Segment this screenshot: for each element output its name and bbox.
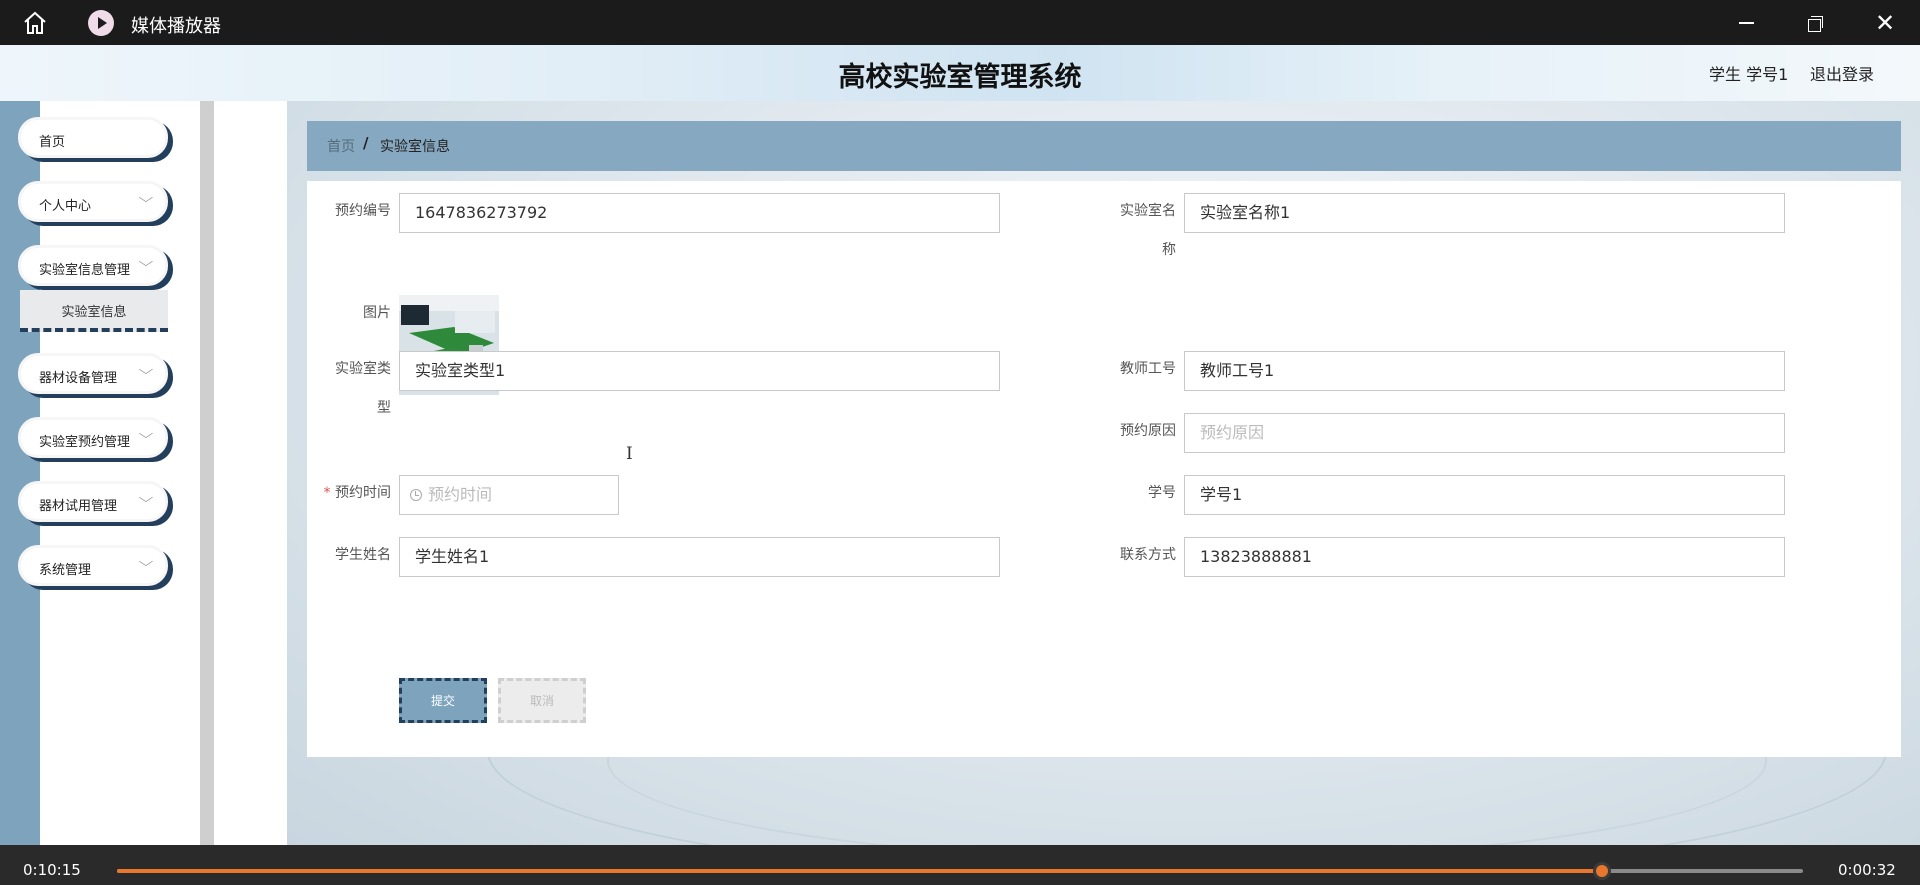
lab-name-label-line1: 实验室名 [1120,203,1176,219]
remaining-time: 0:00:32 [1838,861,1896,879]
logout-link[interactable]: 退出登录 [1810,61,1874,85]
lab-name-label-wrap: 称 [1104,240,1176,260]
contact-label: 联系方式 [1120,547,1176,563]
lab-type-field[interactable]: 实验室类型1 [399,351,1000,391]
sidebar-item-label: 系统管理 [39,563,92,578]
player-titlebar: 媒体播放器 ✕ [0,0,1920,45]
reason-label: 预约原因 [1120,423,1176,439]
student-id-label: 学号 [1148,485,1176,501]
student-name-field[interactable]: 学生姓名1 [399,537,1000,577]
sidebar-item-label: 器材试用管理 [39,499,118,514]
lab-name-label: 实验室名 [1104,201,1176,221]
booking-time-label: * 预约时间 [319,483,391,503]
restore-button[interactable] [1802,10,1828,36]
window-title: 媒体播放器 [131,16,221,37]
clock-icon [410,489,422,501]
lab-type-label-wrap: 型 [319,398,391,418]
lab-booking-form: 预约编号 1647836273792 实验室名 称 实验室名称1 图片 实验室类… [307,181,1901,757]
submenu-item-label: 实验室信息 [61,305,127,320]
home-icon[interactable] [22,11,48,35]
booking-no-field[interactable]: 1647836273792 [399,193,1000,233]
minimize-button[interactable] [1734,10,1760,36]
lab-type-label-line1: 实验室类 [335,361,391,377]
current-user-label: 学生 学号1 [1709,65,1789,84]
breadcrumb-home-link[interactable]: 首页 [327,136,355,156]
lab-type-label: 实验室类 [319,359,391,379]
student-name-label: 学生姓名 [335,547,391,563]
image-label: 图片 [363,305,391,321]
lab-type-label-line2: 型 [377,400,391,416]
breadcrumb-current: 实验室信息 [380,139,450,155]
close-button[interactable]: ✕ [1872,10,1898,36]
teacher-id-field[interactable]: 教师工号1 [1184,351,1785,391]
sidebar-divider [200,101,214,845]
cancel-button[interactable]: 取消 [498,678,586,723]
sidebar-item-label: 实验室信息管理 [39,263,131,278]
current-time: 0:10:15 [23,861,81,879]
chevron-down-icon: ⌵ [138,255,154,270]
sidebar-item-equipment-management[interactable]: 器材设备管理 ⌵ [18,353,168,394]
chevron-down-icon: ⌵ [138,191,154,206]
submenu-item-lab-info[interactable]: 实验室信息 [20,290,168,332]
teacher-id-label: 教师工号 [1120,361,1176,377]
booking-time-placeholder: 预约时间 [428,485,493,504]
booking-no-label: 预约编号 [335,203,391,219]
seek-bar[interactable] [117,869,1803,873]
sidebar-item-personal-center[interactable]: 个人中心 ⌵ [18,181,168,222]
chevron-down-icon: ⌵ [138,427,154,442]
sidebar-item-label: 个人中心 [39,199,92,214]
player-controls: 0:10:15 0:00:32 [0,845,1920,885]
lab-name-field[interactable]: 实验室名称1 [1184,193,1785,233]
contact-field[interactable]: 13823888881 [1184,537,1785,577]
chevron-down-icon: ⌵ [138,363,154,378]
booking-time-label-text: 预约时间 [335,485,391,501]
sidebar-item-system-management[interactable]: 系统管理 ⌵ [18,545,168,586]
required-mark: * [323,485,331,501]
seek-bar-progress [117,869,1603,873]
booking-time-picker[interactable]: 预约时间 [399,475,619,515]
sidebar-item-equipment-trial-management[interactable]: 器材试用管理 ⌵ [18,481,168,522]
sidebar-item-lab-booking-management[interactable]: 实验室预约管理 ⌵ [18,417,168,458]
sidebar-item-label: 器材设备管理 [39,371,118,386]
student-id-field[interactable]: 学号1 [1184,475,1785,515]
sidebar-item-lab-info-management[interactable]: 实验室信息管理 ⌵ [18,245,168,286]
text-cursor-icon: I [626,444,633,464]
breadcrumb: 首页 / 实验室信息 [307,121,1901,171]
chevron-down-icon: ⌵ [138,555,154,570]
chevron-down-icon: ⌵ [138,491,154,506]
app-header: 高校实验室管理系统 学生 学号1 退出登录 [0,45,1920,101]
reason-field[interactable]: 预约原因 [1184,413,1785,453]
seek-bar-handle[interactable] [1593,862,1612,880]
breadcrumb-separator: / [363,134,369,152]
sidebar-item-home[interactable]: 首页 [18,117,168,158]
lab-name-label-line2: 称 [1162,242,1176,258]
sidebar-item-label: 实验室预约管理 [39,435,131,450]
submit-button[interactable]: 提交 [399,678,487,723]
sidebar-item-label: 首页 [39,135,66,150]
system-title: 高校实验室管理系统 [838,62,1082,93]
media-player-icon [88,10,114,36]
